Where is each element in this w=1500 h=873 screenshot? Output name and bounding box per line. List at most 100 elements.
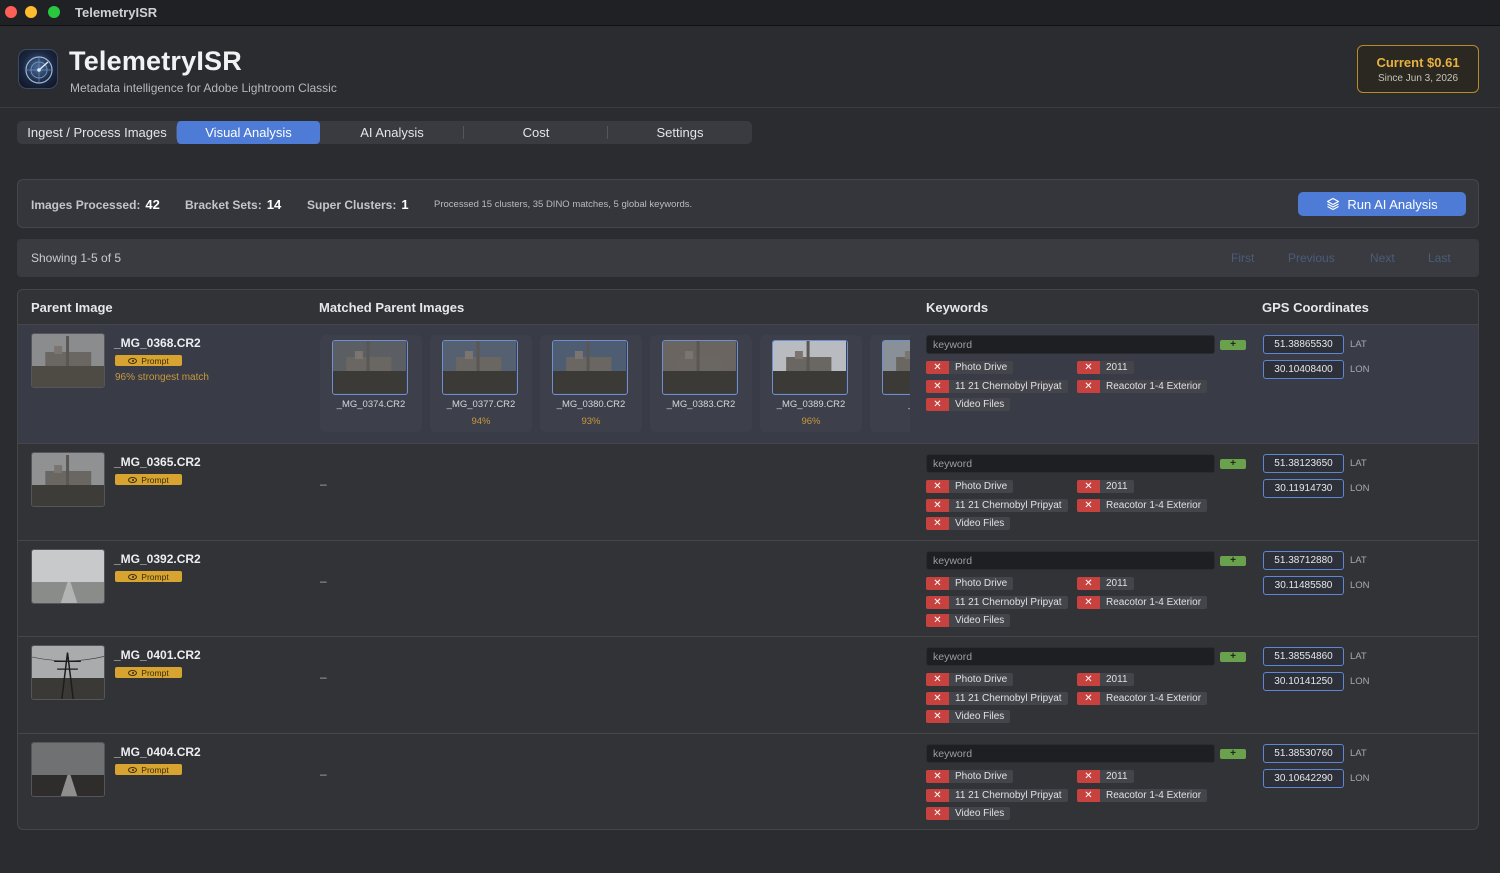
- parent-image-thumbnail[interactable]: [31, 742, 105, 797]
- prompt-badge[interactable]: Prompt: [115, 571, 182, 582]
- prompt-label: Prompt: [141, 355, 169, 366]
- table-row[interactable]: _MG_0404.CR2 Prompt – + ✕ Photo Drive ✕ 2011 ✕ 11…: [18, 734, 1478, 829]
- next-page-button[interactable]: Next: [1370, 251, 1395, 265]
- matched-image-card[interactable]: _MG_0380.CR2 93%: [540, 335, 642, 432]
- latitude-field[interactable]: 51.38712880: [1263, 551, 1344, 570]
- matched-image-card[interactable]: _MG_0389.CR2 96%: [760, 335, 862, 432]
- add-keyword-button[interactable]: +: [1220, 340, 1246, 350]
- matched-image-card[interactable]: _MG_0377.CR2 94%: [430, 335, 532, 432]
- prompt-badge[interactable]: Prompt: [115, 667, 182, 678]
- table-row[interactable]: _MG_0392.CR2 Prompt – + ✕ Photo Drive ✕ 2011 ✕ 11…: [18, 541, 1478, 637]
- remove-keyword-icon[interactable]: ✕: [1077, 788, 1100, 802]
- tab-visual-analysis[interactable]: Visual Analysis: [177, 121, 320, 144]
- add-keyword-button[interactable]: +: [1220, 652, 1246, 662]
- no-matches-placeholder: –: [320, 670, 327, 684]
- prompt-badge[interactable]: Prompt: [115, 474, 182, 485]
- table-row[interactable]: _MG_0368.CR2 Prompt 96% strongest match _M…: [18, 325, 1478, 444]
- longitude-field[interactable]: 30.11914730: [1263, 479, 1344, 498]
- matched-image-filename: _MG_0383.CR2: [666, 399, 736, 410]
- remove-keyword-icon[interactable]: ✕: [926, 788, 949, 802]
- keyword-chip: ✕ Video Files: [926, 614, 1011, 627]
- keyword-input[interactable]: [926, 551, 1215, 570]
- window-titlebar: TelemetryISR: [0, 0, 1500, 26]
- matched-image-thumbnail: [552, 340, 628, 395]
- keyword-input[interactable]: [926, 744, 1215, 763]
- tab-ingest-process-images[interactable]: Ingest / Process Images: [17, 121, 177, 144]
- remove-keyword-icon[interactable]: ✕: [1077, 691, 1100, 705]
- longitude-field[interactable]: 30.11485580: [1263, 576, 1344, 595]
- remove-keyword-icon[interactable]: ✕: [1077, 480, 1100, 493]
- remove-keyword-icon[interactable]: ✕: [1077, 577, 1100, 590]
- column-header-keywords: Keywords: [926, 300, 989, 315]
- matched-image-filename: _MG_0377.CR2: [446, 399, 516, 410]
- matched-image-card[interactable]: _MG_: [870, 335, 910, 432]
- keyword-label: 11 21 Chernobyl Pripyat: [955, 380, 1062, 392]
- keyword-input[interactable]: [926, 647, 1215, 666]
- first-page-button[interactable]: First: [1231, 251, 1254, 265]
- remove-keyword-icon[interactable]: ✕: [926, 710, 949, 723]
- tab-cost[interactable]: Cost: [464, 121, 608, 144]
- remove-keyword-icon[interactable]: ✕: [926, 770, 949, 783]
- table-row[interactable]: _MG_0401.CR2 Prompt – + ✕ Photo Drive ✕ 2011 ✕ 11…: [18, 637, 1478, 734]
- zoom-window-button[interactable]: [48, 6, 60, 18]
- matched-images-strip[interactable]: _MG_0374.CR2 _MG_0377.CR2 94% _MG_0380.CR…: [320, 335, 910, 434]
- remove-keyword-icon[interactable]: ✕: [926, 577, 949, 590]
- last-page-button[interactable]: Last: [1428, 251, 1451, 265]
- keyword-input[interactable]: [926, 335, 1215, 354]
- pagination-bar: Showing 1-5 of 5 First Previous Next Las…: [17, 239, 1479, 277]
- longitude-label: LON: [1350, 676, 1370, 687]
- remove-keyword-icon[interactable]: ✕: [926, 807, 949, 820]
- keyword-label: 2011: [1106, 674, 1128, 685]
- run-ai-analysis-button[interactable]: Run AI Analysis: [1298, 192, 1466, 216]
- matched-image-card[interactable]: _MG_0383.CR2: [650, 335, 752, 432]
- close-window-button[interactable]: [5, 6, 17, 18]
- add-keyword-button[interactable]: +: [1220, 556, 1246, 566]
- longitude-field[interactable]: 30.10141250: [1263, 672, 1344, 691]
- longitude-field[interactable]: 30.10408400: [1263, 360, 1344, 379]
- remove-keyword-icon[interactable]: ✕: [926, 398, 949, 411]
- latitude-label: LAT: [1350, 651, 1367, 662]
- remove-keyword-icon[interactable]: ✕: [926, 379, 949, 393]
- remove-keyword-icon[interactable]: ✕: [1077, 673, 1100, 686]
- latitude-field[interactable]: 51.38554860: [1263, 647, 1344, 666]
- remove-keyword-icon[interactable]: ✕: [926, 595, 949, 609]
- keyword-chip: ✕ 11 21 Chernobyl Pripyat: [926, 379, 1068, 393]
- add-keyword-button[interactable]: +: [1220, 459, 1246, 469]
- add-keyword-button[interactable]: +: [1220, 749, 1246, 759]
- minimize-window-button[interactable]: [25, 6, 37, 18]
- parent-image-thumbnail[interactable]: [31, 645, 105, 700]
- prompt-badge[interactable]: Prompt: [115, 764, 182, 775]
- current-cost-value: Current $0.61: [1376, 55, 1460, 70]
- tab-settings[interactable]: Settings: [608, 121, 752, 144]
- keyword-chip: ✕ 11 21 Chernobyl Pripyat: [926, 691, 1068, 705]
- parent-image-thumbnail[interactable]: [31, 452, 105, 507]
- prompt-label: Prompt: [141, 474, 169, 485]
- remove-keyword-icon[interactable]: ✕: [926, 517, 949, 530]
- remove-keyword-icon[interactable]: ✕: [926, 673, 949, 686]
- keyword-input[interactable]: [926, 454, 1215, 473]
- latitude-field[interactable]: 51.38530760: [1263, 744, 1344, 763]
- remove-keyword-icon[interactable]: ✕: [926, 691, 949, 705]
- current-cost-badge[interactable]: Current $0.61 Since Jun 3, 2026: [1357, 45, 1479, 93]
- remove-keyword-icon[interactable]: ✕: [926, 361, 949, 374]
- remove-keyword-icon[interactable]: ✕: [1077, 498, 1100, 512]
- remove-keyword-icon[interactable]: ✕: [1077, 361, 1100, 374]
- previous-page-button[interactable]: Previous: [1288, 251, 1335, 265]
- parent-image-thumbnail[interactable]: [31, 333, 105, 388]
- remove-keyword-icon[interactable]: ✕: [926, 480, 949, 493]
- parent-image-thumbnail[interactable]: [31, 549, 105, 604]
- stats-bar: Images Processed: 42 Bracket Sets: 14 Supe…: [17, 179, 1479, 228]
- latitude-field[interactable]: 51.38865530: [1263, 335, 1344, 354]
- remove-keyword-icon[interactable]: ✕: [926, 498, 949, 512]
- prompt-badge[interactable]: Prompt: [115, 355, 182, 366]
- table-row[interactable]: _MG_0365.CR2 Prompt – + ✕ Photo Drive ✕ 2011 ✕ 11…: [18, 444, 1478, 541]
- remove-keyword-icon[interactable]: ✕: [1077, 595, 1100, 609]
- tab-ai-analysis[interactable]: AI Analysis: [320, 121, 464, 144]
- matched-image-card[interactable]: _MG_0374.CR2: [320, 335, 422, 432]
- no-matches-placeholder: –: [320, 574, 327, 588]
- latitude-field[interactable]: 51.38123650: [1263, 454, 1344, 473]
- longitude-field[interactable]: 30.10642290: [1263, 769, 1344, 788]
- remove-keyword-icon[interactable]: ✕: [1077, 379, 1100, 393]
- remove-keyword-icon[interactable]: ✕: [1077, 770, 1100, 783]
- remove-keyword-icon[interactable]: ✕: [926, 614, 949, 627]
